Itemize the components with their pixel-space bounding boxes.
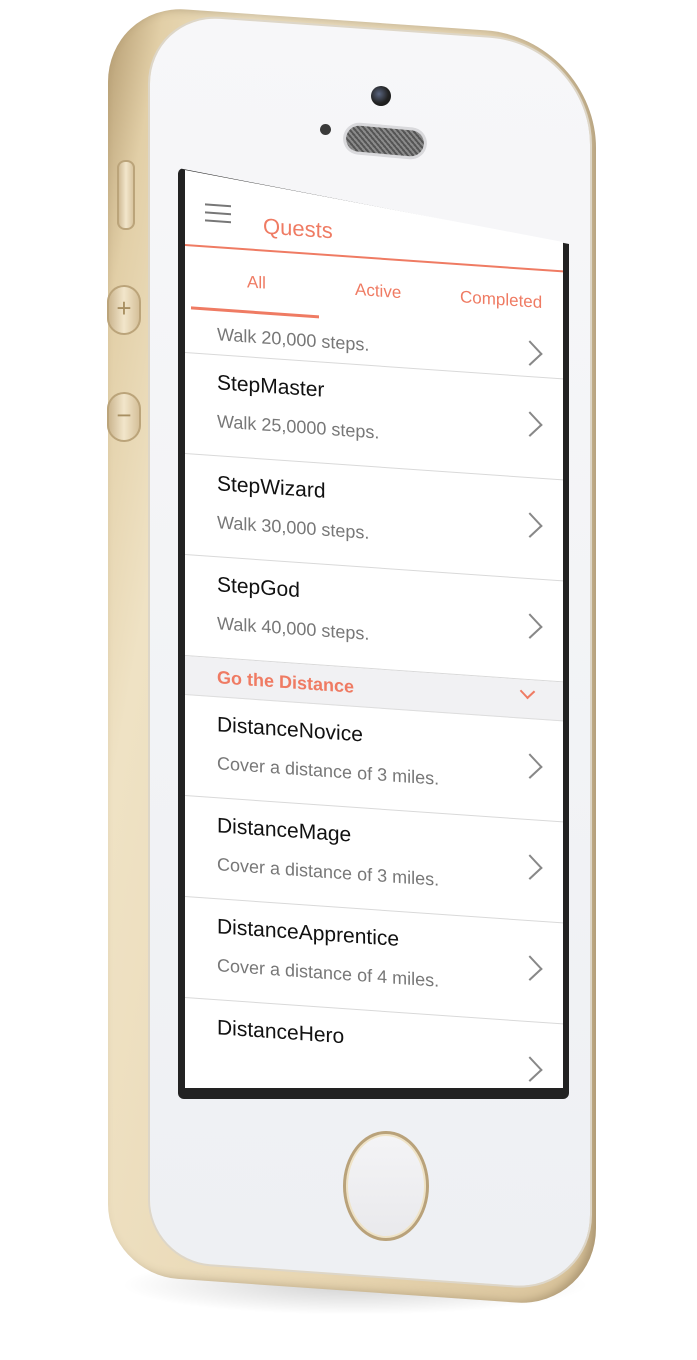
quest-description: Walk 25,0000 steps. (217, 411, 380, 443)
tab-completed[interactable]: Completed (460, 287, 542, 313)
quest-description: Walk 20,000 steps. (217, 324, 370, 355)
chevron-right-icon (517, 340, 543, 366)
chevron-right-icon (517, 854, 543, 880)
page-title: Quests (263, 213, 333, 244)
quest-title: DistanceMage (217, 814, 352, 847)
chevron-right-icon (517, 411, 543, 437)
chevron-right-icon (517, 512, 543, 538)
quest-description: Walk 40,000 steps. (217, 613, 370, 644)
volume-down-button: − (107, 392, 141, 442)
quest-title: DistanceNovice (217, 713, 363, 747)
chevron-right-icon (517, 613, 543, 639)
tab-active[interactable]: Active (355, 280, 401, 303)
volume-up-button: + (107, 285, 141, 335)
quest-title: StepMaster (217, 371, 325, 402)
app-screen: Quests All Active Completed Walk 20,000 … (185, 170, 563, 1088)
quest-title: DistanceApprentice (217, 915, 400, 951)
home-button[interactable] (343, 1131, 429, 1241)
quest-description: Cover a distance of 4 miles. (217, 955, 440, 991)
tab-all[interactable]: All (247, 272, 266, 293)
quest-title: StepGod (217, 573, 300, 603)
section-title: Go the Distance (217, 667, 355, 697)
quest-title: StepWizard (217, 472, 326, 503)
quest-description: Cover a distance of 3 miles. (217, 854, 440, 890)
chevron-down-icon[interactable] (519, 683, 536, 700)
chevron-right-icon (517, 955, 543, 981)
mute-switch (117, 160, 135, 230)
chevron-right-icon (517, 753, 543, 779)
front-camera (371, 86, 391, 106)
chevron-right-icon (517, 1056, 543, 1082)
quest-title: DistanceHero (217, 1016, 345, 1049)
quest-list: Walk 20,000 steps. StepMaster Walk 25,00… (185, 312, 563, 1088)
hamburger-menu-icon[interactable] (205, 203, 231, 227)
quest-description: Walk 30,000 steps. (217, 512, 370, 543)
proximity-sensor (320, 124, 331, 135)
quest-description: Cover a distance of 3 miles. (217, 753, 440, 789)
app-content: Quests All Active Completed Walk 20,000 … (185, 170, 563, 1088)
